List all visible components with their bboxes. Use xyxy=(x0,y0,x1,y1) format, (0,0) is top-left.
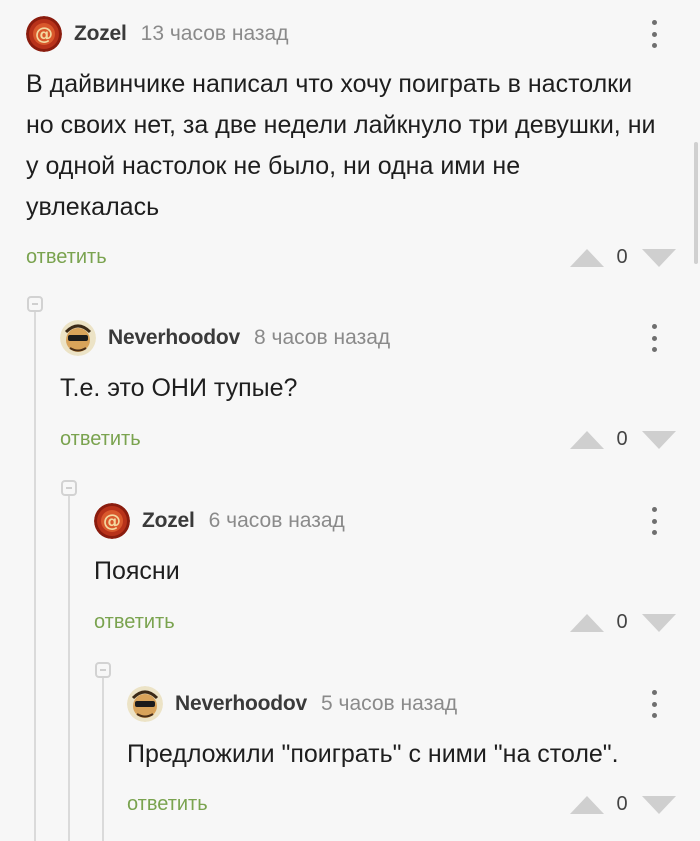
comment-author[interactable]: Zozel xyxy=(142,509,195,533)
comment-score: 0 xyxy=(616,611,628,633)
at-sign-avatar-icon: @ xyxy=(26,16,62,52)
at-sign-avatar-icon: @ xyxy=(94,503,130,539)
thread-line xyxy=(102,666,104,841)
user-avatar[interactable] xyxy=(127,686,163,722)
collapse-thread-button[interactable] xyxy=(27,296,43,312)
comment-text: Т.е. это ОНИ тупые? xyxy=(60,374,298,402)
svg-text:@: @ xyxy=(35,24,53,45)
comment-text: Предложили "поиграть" с ними "на столе". xyxy=(127,740,619,768)
reply-button[interactable]: ответить xyxy=(26,246,107,269)
thread-line xyxy=(34,300,36,841)
comment-header: Neverhoodov 5 часов назад xyxy=(127,686,457,722)
comment-time: 5 часов назад xyxy=(321,692,458,715)
upvote-icon[interactable] xyxy=(570,431,604,449)
comment-text: Поясни xyxy=(94,557,180,585)
comment-header: @ Zozel 6 часов назад xyxy=(94,503,345,539)
comment-score: 0 xyxy=(616,428,628,450)
reply-button[interactable]: ответить xyxy=(60,428,141,451)
comment-score: 0 xyxy=(616,246,628,268)
user-avatar[interactable]: @ xyxy=(94,503,130,539)
collapse-thread-button[interactable] xyxy=(61,480,77,496)
reply-button[interactable]: ответить xyxy=(94,611,175,634)
svg-text:@: @ xyxy=(103,511,121,532)
downvote-icon[interactable] xyxy=(642,431,676,449)
collapse-thread-button[interactable] xyxy=(95,662,111,678)
more-options-icon[interactable] xyxy=(651,324,657,352)
upvote-icon[interactable] xyxy=(570,249,604,267)
comment-time: 13 часов назад xyxy=(140,22,289,45)
reply-button[interactable]: ответить xyxy=(127,793,208,816)
sunglasses-avatar-icon xyxy=(60,320,96,356)
comment-time: 8 часов назад xyxy=(254,326,391,349)
more-options-icon[interactable] xyxy=(651,507,657,535)
scrollbar[interactable] xyxy=(694,142,698,264)
downvote-icon[interactable] xyxy=(642,796,676,814)
upvote-icon[interactable] xyxy=(570,796,604,814)
more-options-icon[interactable] xyxy=(651,20,657,48)
downvote-icon[interactable] xyxy=(642,614,676,632)
sunglasses-avatar-icon xyxy=(127,686,163,722)
comment-author[interactable]: Neverhoodov xyxy=(108,326,240,350)
more-options-icon[interactable] xyxy=(651,690,657,718)
user-avatar[interactable] xyxy=(60,320,96,356)
user-avatar[interactable]: @ xyxy=(26,16,62,52)
comment-author[interactable]: Zozel xyxy=(74,22,127,46)
comment-score: 0 xyxy=(616,793,628,815)
comment-author[interactable]: Neverhoodov xyxy=(175,692,307,716)
comment-header: Neverhoodov 8 часов назад xyxy=(60,320,390,356)
upvote-icon[interactable] xyxy=(570,614,604,632)
comment-time: 6 часов назад xyxy=(208,509,345,532)
downvote-icon[interactable] xyxy=(642,249,676,267)
thread-line xyxy=(68,484,70,841)
comment-text: В дайвинчике написал что хочу поиграть в… xyxy=(26,70,656,221)
comment-header: @ Zozel 13 часов назад xyxy=(26,16,289,52)
